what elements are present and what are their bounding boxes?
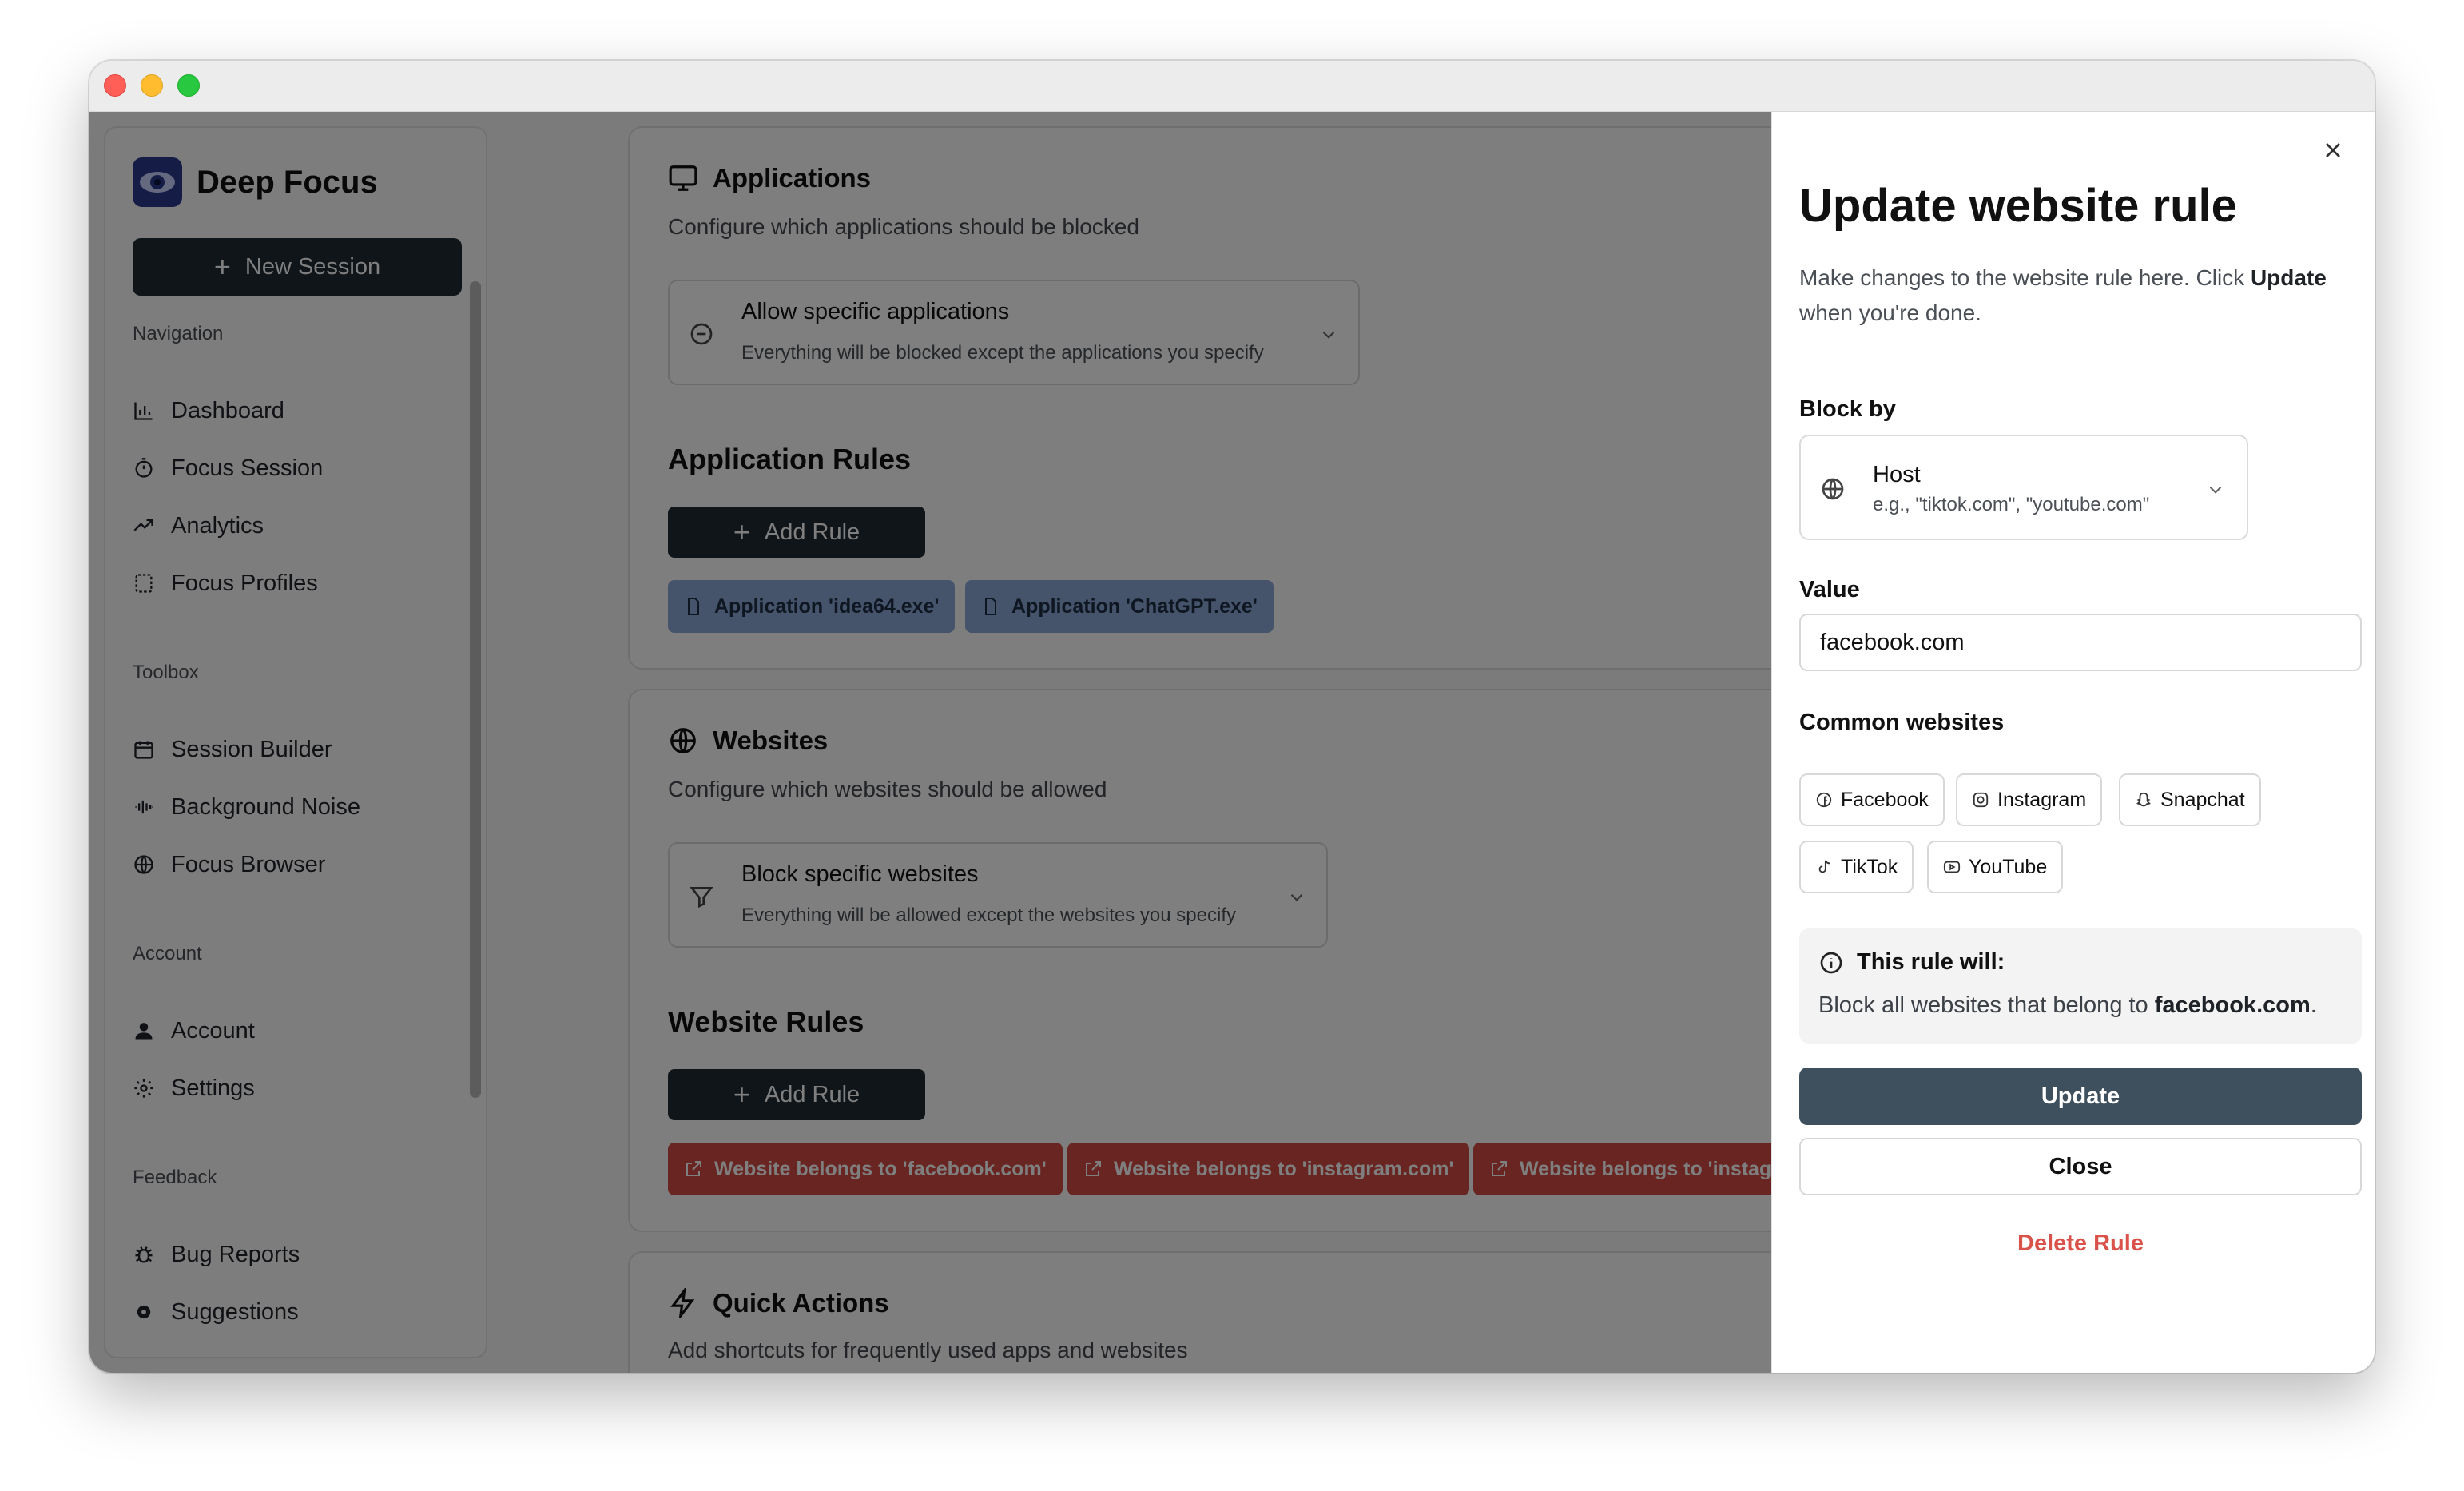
common-site-facebook-button[interactable]: Facebook (1799, 773, 1945, 826)
value-input[interactable]: facebook.com (1799, 614, 2362, 671)
close-button[interactable]: Close (1799, 1138, 2362, 1195)
chevron-down-icon (2209, 486, 2222, 494)
drawer-title: Update website rule (1799, 180, 2237, 232)
rule-summary-text: Block all websites that belong to facebo… (1818, 992, 2317, 1019)
globe-icon (1822, 478, 1844, 500)
common-site-instagram-button[interactable]: Instagram (1956, 773, 2103, 826)
info-icon (1820, 952, 1842, 973)
modal-overlay[interactable] (89, 112, 1771, 1373)
rule-summary-title: This rule will: (1857, 949, 2005, 975)
close-window-button[interactable] (104, 74, 126, 97)
value-label: Value (1799, 577, 1860, 602)
desc-prefix: Make changes to the website rule here. C… (1799, 265, 2251, 290)
block-by-hint: e.g., "tiktok.com", "youtube.com" (1873, 494, 2150, 515)
site-label: TikTok (1841, 855, 1898, 878)
youtube-icon (1943, 861, 1961, 873)
title-bar (89, 61, 2375, 112)
info-prefix: Block all websites that belong to (1818, 992, 2155, 1018)
desc-bold: Update (2250, 265, 2327, 290)
facebook-icon (1816, 792, 1832, 808)
info-suffix: . (2310, 992, 2317, 1018)
close-icon[interactable] (2320, 137, 2346, 163)
app-window: Deep Focus + New Session Navigation Dash… (89, 61, 2375, 1373)
block-by-label: Block by (1799, 396, 1896, 422)
common-site-tiktok-button[interactable]: TikTok (1799, 841, 1914, 893)
snapchat-icon (2136, 792, 2151, 807)
tiktok-icon (1818, 860, 1830, 873)
block-by-select[interactable]: Host e.g., "tiktok.com", "youtube.com" (1799, 435, 2248, 540)
rule-summary-box: This rule will: Block all websites that … (1799, 928, 2362, 1044)
site-label: YouTube (1969, 855, 2048, 878)
common-site-snapchat-button[interactable]: Snapchat (2119, 773, 2261, 826)
delete-rule-button[interactable]: Delete Rule (1799, 1224, 2362, 1262)
value-input-text: facebook.com (1820, 629, 1965, 655)
common-websites-label: Common websites (1799, 710, 2005, 735)
zoom-window-button[interactable] (177, 74, 200, 97)
site-label: Facebook (1841, 788, 1929, 811)
update-button[interactable]: Update (1799, 1068, 2362, 1125)
minimize-window-button[interactable] (141, 74, 163, 97)
rule-summary-heading: This rule will: (1818, 949, 2005, 976)
info-bold: facebook.com (2154, 992, 2311, 1018)
site-label: Instagram (1997, 788, 2087, 811)
drawer-description: Make changes to the website rule here. C… (1799, 260, 2359, 331)
update-rule-drawer: Update website rule Make changes to the … (1771, 112, 2375, 1373)
instagram-icon (1973, 792, 1989, 808)
site-label: Snapchat (2160, 788, 2245, 811)
desc-suffix: when you're done. (1799, 300, 1981, 325)
common-site-youtube-button[interactable]: YouTube (1927, 841, 2064, 893)
block-by-value: Host (1873, 462, 1921, 487)
